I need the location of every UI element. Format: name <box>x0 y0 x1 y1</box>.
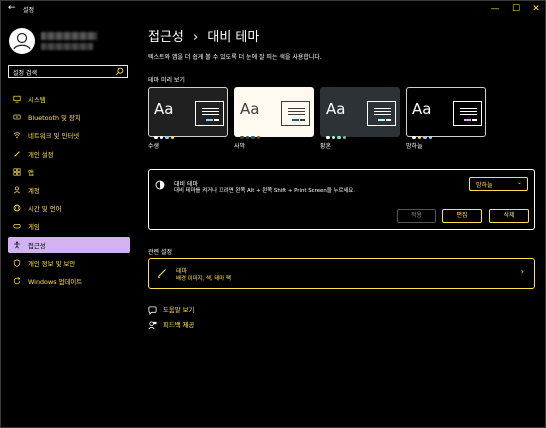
contrast-icon <box>155 180 165 190</box>
chevron-right-icon: › <box>520 267 524 276</box>
theme-window-preview <box>367 101 396 126</box>
title-bar: ← 설정 — ☐ ✕ <box>1 1 545 19</box>
accessibility-icon <box>14 241 20 248</box>
sidebar-item-system[interactable]: 시스템 <box>8 91 130 107</box>
globe-icon <box>13 204 21 212</box>
delete-button[interactable]: 삭제 <box>489 209 529 223</box>
sidebar-item-label: 계정 <box>28 186 40 195</box>
theme-window-preview <box>453 101 482 126</box>
back-arrow-icon[interactable]: ← <box>8 3 16 13</box>
contrast-theme-panel: 대비 테마 대비 테마를 켜거나 끄려면 왼쪽 Alt + 왼쪽 Shift +… <box>148 169 535 230</box>
preview-section-title: 테마 미리 보기 <box>148 77 185 84</box>
pen-icon <box>158 269 166 278</box>
main-content: 접근성 › 대비 테마 텍스트와 앱을 더 쉽게 볼 수 있도록 더 눈에 잘 … <box>136 19 546 427</box>
sidebar-item-label: 네트워크 및 인터넷 <box>28 132 80 141</box>
theme-name: 사막 <box>234 143 246 150</box>
breadcrumb-separator: › <box>193 30 199 45</box>
breadcrumb: 접근성 › 대비 테마 <box>148 26 259 45</box>
sidebar-item-accessibility[interactable]: 접근성 <box>8 236 130 253</box>
theme-card-dusk[interactable]: Aa <box>320 87 400 139</box>
monitor-icon <box>13 95 21 103</box>
sidebar-item-label: 앱 <box>28 168 34 177</box>
sidebar-item-accounts[interactable]: 계정 <box>8 182 130 198</box>
theme-card-aquatic[interactable]: Aa <box>148 87 228 139</box>
sidebar-item-bluetooth[interactable]: Bluetooth 및 장치 <box>8 109 130 125</box>
user-name-blurred <box>41 32 97 40</box>
maximize-button[interactable]: ☐ <box>509 2 523 16</box>
sidebar: 설정 검색 시스템 Bluetooth 및 장치 네트워크 및 인터넷 개인 설 <box>1 19 136 427</box>
select-value: 밤하늘 <box>476 182 493 189</box>
close-button[interactable]: ✕ <box>529 2 543 16</box>
sidebar-item-label: 게임 <box>28 223 40 232</box>
apply-button[interactable]: 적용 <box>397 209 436 223</box>
person-avatar-icon <box>13 32 31 50</box>
feedback-icon <box>148 321 157 330</box>
sidebar-item-windows-update[interactable]: Windows 업데이트 <box>8 273 130 289</box>
sidebar-item-time-language[interactable]: 시간 및 언어 <box>8 200 130 216</box>
pen-icon <box>14 150 20 157</box>
theme-sample-text: Aa <box>154 100 174 118</box>
search-placeholder: 설정 검색 <box>13 70 37 77</box>
app-title: 설정 <box>23 7 35 14</box>
themes-link-card[interactable]: 테마 배경 이미지, 색, 테마 팩 › <box>148 258 535 289</box>
search-input[interactable]: 설정 검색 <box>8 65 128 78</box>
sidebar-nav: 시스템 Bluetooth 및 장치 네트워크 및 인터넷 개인 설정 앱 계정 <box>8 91 130 291</box>
sidebar-item-privacy[interactable]: 개인 정보 및 보안 <box>8 255 130 271</box>
search-icon[interactable] <box>115 67 124 76</box>
sidebar-item-label: 시스템 <box>28 96 46 104</box>
sidebar-item-label: 개인 설정 <box>28 150 54 159</box>
edit-button[interactable]: 편집 <box>442 209 482 223</box>
theme-sample-text: Aa <box>412 100 432 118</box>
theme-sample-text: Aa <box>326 100 346 118</box>
help-icon <box>148 306 157 315</box>
chevron-down-icon: ⌄ <box>516 179 522 186</box>
sidebar-item-label: 접근성 <box>28 241 46 250</box>
gamepad-icon <box>13 224 21 229</box>
minimize-button[interactable]: — <box>488 2 502 16</box>
themes-link-description: 배경 이미지, 색, 테마 팩 <box>176 276 231 282</box>
wifi-icon <box>13 132 21 139</box>
theme-window-preview <box>281 101 310 126</box>
theme-card-night-sky[interactable]: Aa <box>406 87 486 139</box>
apps-icon <box>13 168 21 176</box>
sidebar-item-gaming[interactable]: 게임 <box>8 218 130 234</box>
sidebar-item-label: Bluetooth 및 장치 <box>28 114 81 123</box>
contrast-theme-select[interactable]: 밤하늘 ⌄ <box>469 177 528 191</box>
avatar[interactable] <box>9 28 35 54</box>
sidebar-item-label: 시간 및 언어 <box>28 205 62 214</box>
page-title: 대비 테마 <box>207 30 260 45</box>
theme-name: 황혼 <box>320 143 332 150</box>
person-icon <box>13 186 21 194</box>
update-icon <box>13 277 21 284</box>
sidebar-item-network[interactable]: 네트워크 및 인터넷 <box>8 127 130 143</box>
shield-icon <box>13 259 21 267</box>
related-settings-title: 관련 설정 <box>148 249 172 256</box>
bluetooth-icon <box>13 114 21 120</box>
breadcrumb-parent[interactable]: 접근성 <box>148 30 184 45</box>
sidebar-item-personalization[interactable]: 개인 설정 <box>8 146 130 162</box>
user-email-blurred <box>41 43 93 50</box>
get-help-label: 도움말 보기 <box>163 306 195 314</box>
theme-card-desert[interactable]: Aa <box>234 87 314 139</box>
settings-window: ← 설정 — ☐ ✕ 설정 검색 시스템 Bluetooth 및 장치 네트워크… <box>0 0 546 428</box>
theme-name: 밤하늘 <box>406 143 423 150</box>
theme-sample-text: Aa <box>240 100 260 118</box>
sidebar-item-apps[interactable]: 앱 <box>8 164 130 180</box>
sidebar-item-label: Windows 업데이트 <box>28 277 83 286</box>
sidebar-item-label: 개인 정보 및 보안 <box>28 259 76 268</box>
theme-name: 수생 <box>148 143 160 150</box>
page-subtitle: 텍스트와 앱을 더 쉽게 볼 수 있도록 더 눈에 잘 띄는 색을 사용합니다. <box>148 54 322 61</box>
contrast-theme-description: 대비 테마를 켜거나 끄려면 왼쪽 Alt + 왼쪽 Shift + Print… <box>174 188 355 194</box>
give-feedback-label: 피드백 제공 <box>163 321 195 329</box>
theme-window-preview <box>195 101 224 126</box>
